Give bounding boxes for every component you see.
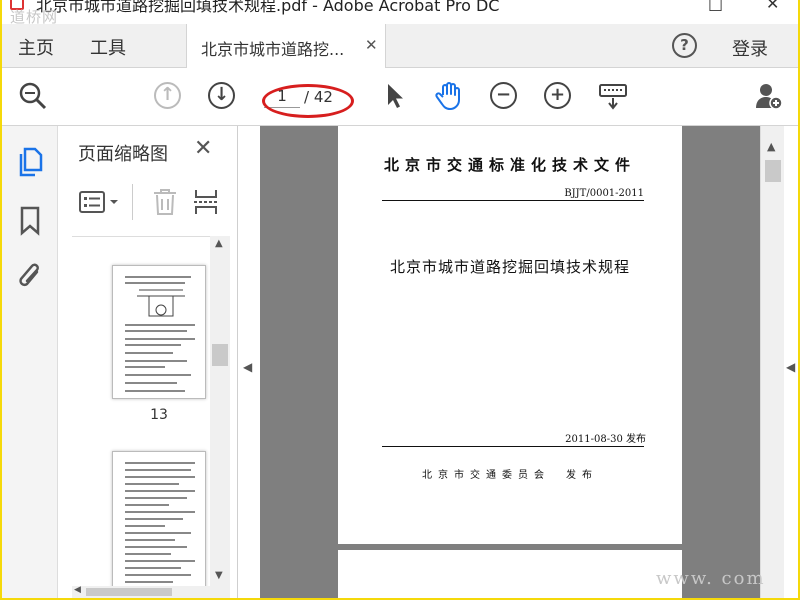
footer-rule (382, 446, 644, 447)
publish-date: 2011-08-30 发布 (565, 434, 646, 445)
menu-home[interactable]: 主页 (18, 34, 54, 60)
maximize-button[interactable]: □ (708, 0, 723, 13)
window-title: 北京市城市道路挖掘回填技术规程.pdf - Adobe Acrobat Pro … (36, 0, 500, 15)
add-user-icon[interactable] (754, 81, 784, 111)
menu-bar: 主页 工具 北京市城市道路挖... ✕ ? 登录 (2, 24, 798, 68)
scroll-up-arrow[interactable]: ▲ (215, 238, 223, 249)
thumbnail-hscrollbar[interactable]: ◀ (72, 585, 230, 598)
document-scrollbar[interactable]: ▲ (760, 126, 784, 598)
tab-document[interactable]: 北京市城市道路挖... ✕ (186, 24, 386, 68)
document-scroll-thumb[interactable] (765, 160, 781, 182)
search-icon[interactable] (18, 81, 48, 111)
select-cursor-icon[interactable] (382, 81, 412, 111)
thumbnail-page-number: 13 (150, 407, 168, 423)
thumbnail-options-icon[interactable] (78, 188, 122, 216)
document-type: 北京市交通标准化技术文件 (383, 156, 636, 174)
thumbnail-list[interactable]: 13 (72, 236, 210, 586)
expand-right-icon[interactable]: ◀ (786, 360, 795, 374)
help-icon[interactable]: ? (672, 33, 697, 58)
issuer: 北京市交通委员会 发布 (422, 470, 598, 481)
right-panel-strip[interactable]: ◀ (784, 126, 798, 598)
attachment-icon[interactable] (16, 260, 44, 292)
trash-icon[interactable] (152, 188, 178, 216)
toolbar-divider (132, 184, 133, 220)
document-view[interactable]: 北京市交通标准化技术文件 BJJT/0001-2011 北京市城市道路挖掘回填技… (260, 126, 760, 598)
close-window-button[interactable]: ✕ (766, 0, 779, 13)
header-rule (382, 200, 644, 201)
menu-tools[interactable]: 工具 (90, 34, 126, 60)
thumbnail-page-14[interactable] (112, 451, 206, 586)
document-title: 北京市城市道路挖掘回填技术规程 (389, 258, 630, 276)
scroll-left-arrow[interactable]: ◀ (74, 585, 81, 595)
scroll-down-arrow[interactable]: ▼ (215, 570, 223, 581)
watermark-bottom: www. com (656, 568, 766, 589)
thumbnail-diagram (137, 289, 185, 317)
thumbnail-hscroll-thumb[interactable] (86, 588, 172, 596)
doc-scroll-up-arrow[interactable]: ▲ (767, 140, 775, 153)
bookmark-icon[interactable] (19, 206, 41, 236)
thumbnail-scroll-thumb[interactable] (212, 344, 228, 366)
title-bar: 北京市城市道路挖掘回填技术规程.pdf - Adobe Acrobat Pro … (2, 0, 798, 26)
keyboard-icon[interactable] (598, 81, 628, 111)
thumbnail-scrollbar[interactable]: ▲ ▼ (210, 236, 230, 586)
hand-tool-icon[interactable] (434, 81, 464, 111)
navigation-rail (2, 126, 58, 598)
close-tab-icon[interactable]: ✕ (365, 36, 378, 54)
thumbnail-page-13[interactable] (112, 265, 206, 399)
pdf-page-2 (338, 550, 682, 598)
panel-title: 页面缩略图 (78, 144, 168, 165)
zoom-out-icon[interactable]: − (490, 82, 517, 109)
zoom-in-icon[interactable]: + (544, 82, 571, 109)
page-up-icon[interactable]: ↑ (154, 82, 181, 109)
panel-collapse-strip[interactable]: ◀ (238, 126, 260, 598)
document-number: BJJT/0001-2011 (564, 188, 644, 199)
thumbnails-panel: 页面缩略图 ✕ 13 ▲ ▼ ◀ (58, 126, 238, 598)
insert-page-icon[interactable] (192, 188, 220, 216)
page-thumbnails-icon[interactable] (16, 146, 44, 178)
acrobat-window: 北京市城市道路挖掘回填技术规程.pdf - Adobe Acrobat Pro … (2, 0, 798, 598)
pdf-page-1: 北京市交通标准化技术文件 BJJT/0001-2011 北京市城市道路挖掘回填技… (338, 126, 682, 544)
annotation-ellipse (262, 84, 354, 118)
toolbar: ↑ ↓ 1 / 42 − + (2, 68, 798, 126)
page-down-icon[interactable]: ↓ (208, 82, 235, 109)
close-panel-icon[interactable]: ✕ (194, 136, 212, 161)
tab-document-label: 北京市城市道路挖... (201, 40, 345, 59)
login-button[interactable]: 登录 (732, 35, 768, 61)
collapse-left-icon[interactable]: ◀ (243, 360, 252, 374)
